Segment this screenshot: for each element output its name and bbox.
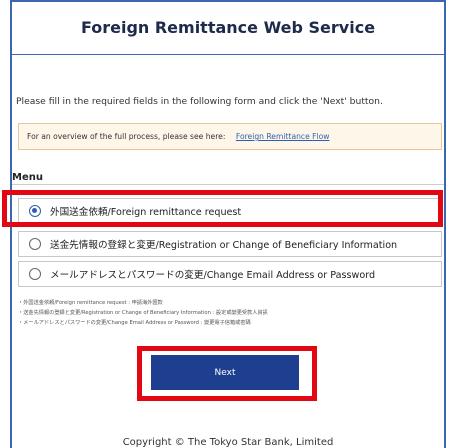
instructions-text: Please fill in the required fields in th… <box>16 96 383 107</box>
option-label: メールアドレスとパスワードの変更/Change Email Address or… <box>50 270 376 281</box>
footer-copyright: Copyright © The Tokyo Star Bank, Limited <box>122 437 334 448</box>
note-line: ・送金先情報の登録と変更/Registration or Change of B… <box>18 310 268 316</box>
menu-option-email-password[interactable]: メールアドレスとパスワードの変更/Change Email Address or… <box>18 261 442 287</box>
notice-text: For an overview of the full process, ple… <box>27 132 226 141</box>
menu-label: Menu <box>12 172 43 183</box>
process-notice: For an overview of the full process, ple… <box>18 123 442 150</box>
note-line: ・メールアドレスとパスワードの変更/Change Email Address o… <box>18 320 251 326</box>
page-title: Foreign Remittance Web Service <box>80 18 376 37</box>
option-label: 送金先情報の登録と変更/Registration or Change of Be… <box>50 240 398 251</box>
menu-notes: ・外国送金依頼/Foreign remittance request : 申請海… <box>18 298 442 328</box>
radio-selected-icon[interactable] <box>29 205 41 217</box>
menu-divider <box>12 184 444 185</box>
title-divider <box>12 54 444 55</box>
menu-option-foreign-remittance[interactable]: 外国送金依頼/Foreign remittance request <box>18 198 442 224</box>
remittance-flow-link[interactable]: Foreign Remittance Flow <box>236 132 330 141</box>
radio-unselected-icon[interactable] <box>29 238 41 250</box>
radio-unselected-icon[interactable] <box>29 268 41 280</box>
option-label: 外国送金依頼/Foreign remittance request <box>50 207 242 218</box>
next-button[interactable]: Next <box>151 355 299 390</box>
note-line: ・外国送金依頼/Foreign remittance request : 申請海… <box>18 300 163 306</box>
menu-option-beneficiary-info[interactable]: 送金先情報の登録と変更/Registration or Change of Be… <box>18 231 442 257</box>
